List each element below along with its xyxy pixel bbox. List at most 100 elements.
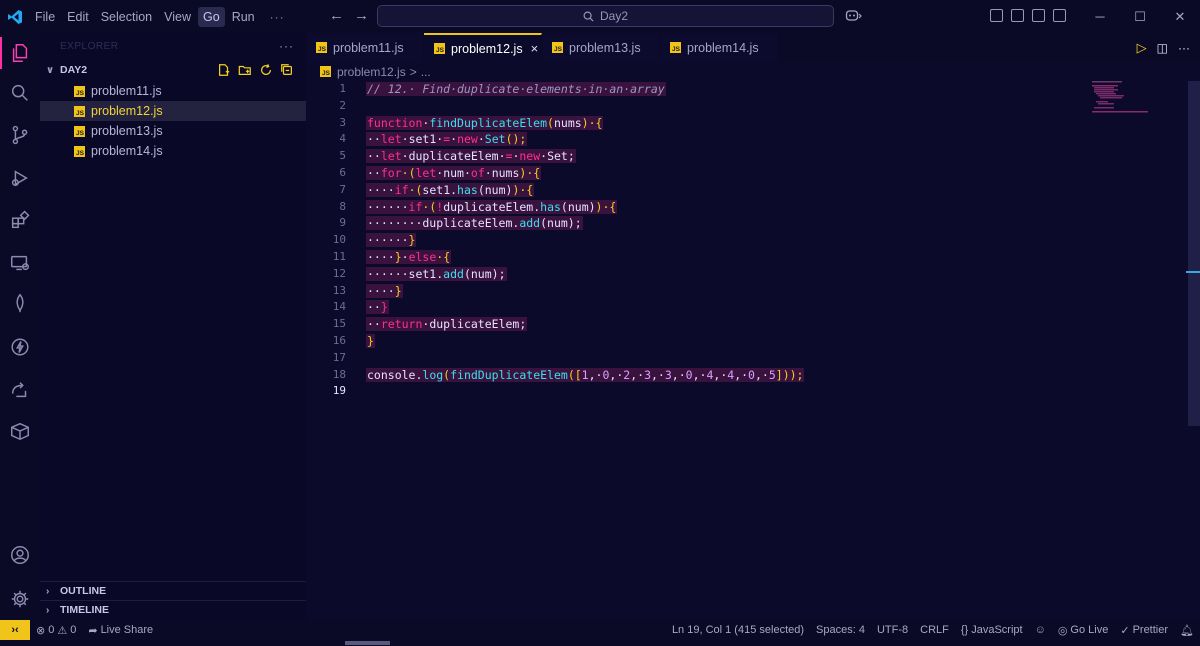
code-line[interactable]	[366, 98, 804, 115]
code-token: new	[457, 132, 478, 147]
back-arrow-icon[interactable]: ←	[329, 7, 344, 24]
thunder-client-icon[interactable]	[0, 327, 40, 367]
live-share-status[interactable]: ➦ Live Share	[82, 624, 159, 637]
customize-layout-icon[interactable]	[990, 9, 1003, 22]
explorer-icon[interactable]	[0, 33, 40, 73]
new-folder-icon[interactable]	[238, 63, 252, 77]
menu-view[interactable]: View	[159, 7, 196, 27]
problems-indicator[interactable]: ⊗ 0 ⚠ 0	[30, 624, 82, 637]
code-line[interactable]: ····}	[366, 283, 804, 300]
remote-indicator[interactable]: ›‹	[0, 620, 30, 640]
code-line[interactable]: ··return·duplicateElem;	[366, 316, 804, 333]
menu-more-button[interactable]: ···	[262, 10, 293, 24]
tab-problem13[interactable]: JS problem13.js	[542, 33, 660, 62]
file-item-problem13[interactable]: JS problem13.js	[40, 121, 306, 141]
encoding-status[interactable]: UTF-8	[871, 624, 914, 636]
code-line[interactable]: ······set1.add(num);	[366, 266, 804, 283]
timeline-section[interactable]: › TIMELINE	[40, 600, 306, 619]
cursor-position[interactable]: Ln 19, Col 1 (415 selected)	[666, 624, 810, 636]
tab-problem12[interactable]: JS problem12.js ×	[424, 33, 542, 62]
tab-problem14[interactable]: JS problem14.js	[660, 33, 778, 62]
menu-run[interactable]: Run	[227, 7, 260, 27]
remote-explorer-icon[interactable]	[0, 243, 40, 283]
code-token: ····	[367, 249, 395, 264]
close-window-icon[interactable]: ✕	[1160, 0, 1200, 33]
mongodb-leaf-icon[interactable]	[0, 283, 40, 323]
toggle-panel-icon[interactable]	[1032, 9, 1045, 22]
selection-highlight: ······}	[366, 233, 417, 248]
file-item-problem12[interactable]: JS problem12.js	[40, 101, 306, 121]
live-share-icon[interactable]	[0, 369, 40, 409]
code-line[interactable]	[366, 383, 804, 400]
settings-gear-icon[interactable]	[0, 579, 40, 619]
toggle-secondary-sidebar-icon[interactable]	[1053, 9, 1066, 22]
file-item-problem11[interactable]: JS problem11.js	[40, 81, 306, 101]
file-name: problem12.js	[91, 104, 163, 118]
code-line[interactable]: ··}	[366, 299, 804, 316]
refresh-icon[interactable]	[259, 63, 273, 77]
code-line[interactable]: console.log(findDuplicateElem([1,·0,·2,·…	[366, 367, 805, 384]
code-line[interactable]	[366, 350, 804, 367]
go-live-button[interactable]: ◎ Go Live	[1052, 624, 1115, 637]
forward-arrow-icon[interactable]: →	[354, 7, 369, 24]
horizontal-scroll-thumb[interactable]	[345, 641, 390, 645]
command-center-search[interactable]: Day2	[377, 5, 834, 27]
code-line[interactable]: ··let·duplicateElem·=·new·Set;	[366, 148, 804, 165]
new-file-icon[interactable]	[217, 63, 231, 77]
split-editor-icon[interactable]: ◫	[1157, 41, 1168, 55]
collapse-all-icon[interactable]	[280, 63, 294, 77]
menu-edit[interactable]: Edit	[62, 7, 94, 27]
code-line[interactable]: ··for·(let·num·of·nums)·{	[366, 165, 804, 182]
code-token: log	[422, 367, 444, 382]
vertical-scrollbar[interactable]	[1188, 81, 1200, 426]
close-tab-icon[interactable]: ×	[531, 41, 539, 56]
selection-highlight: console.log(findDuplicateElem([1,·0,·2,·…	[366, 367, 805, 382]
minimize-icon[interactable]: ─	[1080, 0, 1120, 33]
sidebar-more-button[interactable]: ···	[279, 39, 294, 53]
code-line[interactable]: ······}	[366, 232, 804, 249]
code-line[interactable]: ····if·(set1.has(num))·{	[366, 182, 804, 199]
minimap[interactable]	[1090, 81, 1150, 117]
code-line[interactable]: ······if·(!duplicateElem.has(num))·{	[366, 199, 804, 216]
prettier-status[interactable]: ✓ Prettier	[1114, 624, 1174, 637]
code-line[interactable]: }	[366, 333, 804, 350]
editor-more-icon[interactable]: ···	[1178, 41, 1190, 55]
maximize-icon[interactable]: ☐	[1120, 0, 1160, 33]
run-debug-icon[interactable]	[0, 158, 40, 198]
line-number: 14	[332, 300, 346, 314]
indentation-status[interactable]: Spaces: 4	[810, 624, 871, 636]
copilot-status-icon[interactable]: ☺	[1029, 624, 1052, 636]
outline-section[interactable]: › OUTLINE	[40, 581, 306, 600]
account-icon[interactable]	[0, 535, 40, 575]
package-icon[interactable]	[0, 411, 40, 451]
code-line[interactable]: function·findDuplicateElem(nums)·{	[366, 115, 804, 132]
copilot-icon[interactable]	[845, 8, 863, 25]
code-line[interactable]: // 12.· Find·duplicate·elements·in·an·ar…	[366, 81, 804, 98]
language-mode[interactable]: {} JavaScript	[955, 624, 1029, 636]
code-token: ,·	[692, 367, 707, 382]
menu-selection[interactable]: Selection	[96, 7, 157, 27]
search-icon[interactable]	[0, 73, 40, 113]
tab-problem11[interactable]: JS problem11.js	[306, 33, 424, 62]
code-line[interactable]: ····}·else·{	[366, 249, 804, 266]
code-line[interactable]: ··let·set1·=·new·Set();	[366, 131, 804, 148]
editor-actions: ▷ ◫ ···	[1137, 40, 1190, 56]
menu-file[interactable]: File	[30, 7, 60, 27]
line-number: 5	[339, 149, 346, 163]
run-code-icon[interactable]: ▷	[1137, 40, 1147, 56]
source-control-icon[interactable]	[0, 115, 40, 155]
breadcrumb-symbol[interactable]: ...	[421, 65, 431, 79]
code-editor[interactable]: 1 2 3 4 5 6 7 8 9 10 11 12 13 14 15 16 17 18 19 // 12.· Fi…	[306, 81, 1188, 620]
folder-day2[interactable]: ∨ DAY2	[40, 59, 306, 81]
breadcrumb-file[interactable]: problem12.js	[337, 65, 406, 79]
toggle-sidebar-icon[interactable]	[1011, 9, 1024, 22]
code-token: (num)	[477, 182, 513, 197]
menu-go[interactable]: Go	[198, 6, 225, 27]
code-line[interactable]: ········duplicateElem.add(num);	[366, 215, 804, 232]
notifications-bell-icon[interactable]: 🔔︎	[1174, 624, 1200, 637]
selection-highlight: ······set1.add(num);	[366, 266, 507, 281]
extensions-icon[interactable]	[0, 200, 40, 240]
file-item-problem14[interactable]: JS problem14.js	[40, 141, 306, 161]
code-content[interactable]: // 12.· Find·duplicate·elements·in·an·ar…	[366, 81, 805, 400]
eol-status[interactable]: CRLF	[914, 624, 955, 636]
